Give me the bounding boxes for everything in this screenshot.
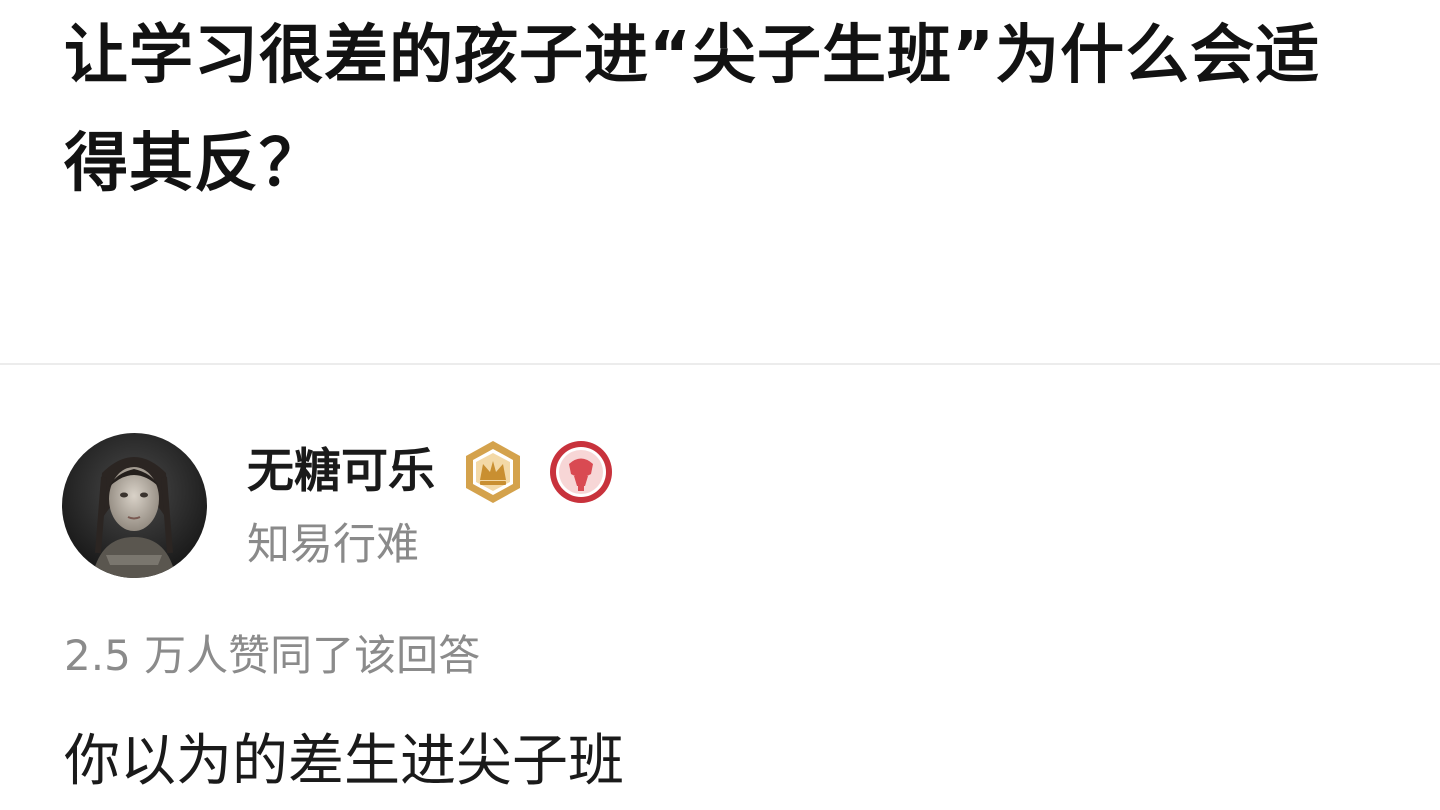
author-name-row: 无糖可乐 [247,435,615,509]
author-headline: 知易行难 [247,520,419,570]
question-title[interactable]: 让学习很差的孩子进“尖子生班”为什么会适得其反？ [64,2,1384,218]
avatar-portrait-image [62,432,207,578]
author-info: 无糖可乐 知易行难 [247,435,615,575]
crown-badge-icon[interactable] [459,438,527,506]
microphone-badge-icon[interactable] [547,438,615,506]
author-avatar[interactable] [62,432,207,578]
divider [0,363,1440,365]
vote-count-text: 2.5 万人赞同了该回答 [64,631,481,680]
author-name[interactable]: 无糖可乐 [247,442,435,502]
answer-author-header: 无糖可乐 知易行难 [62,432,615,578]
answer-content[interactable]: 你以为的差生进尖子班 [64,722,624,802]
